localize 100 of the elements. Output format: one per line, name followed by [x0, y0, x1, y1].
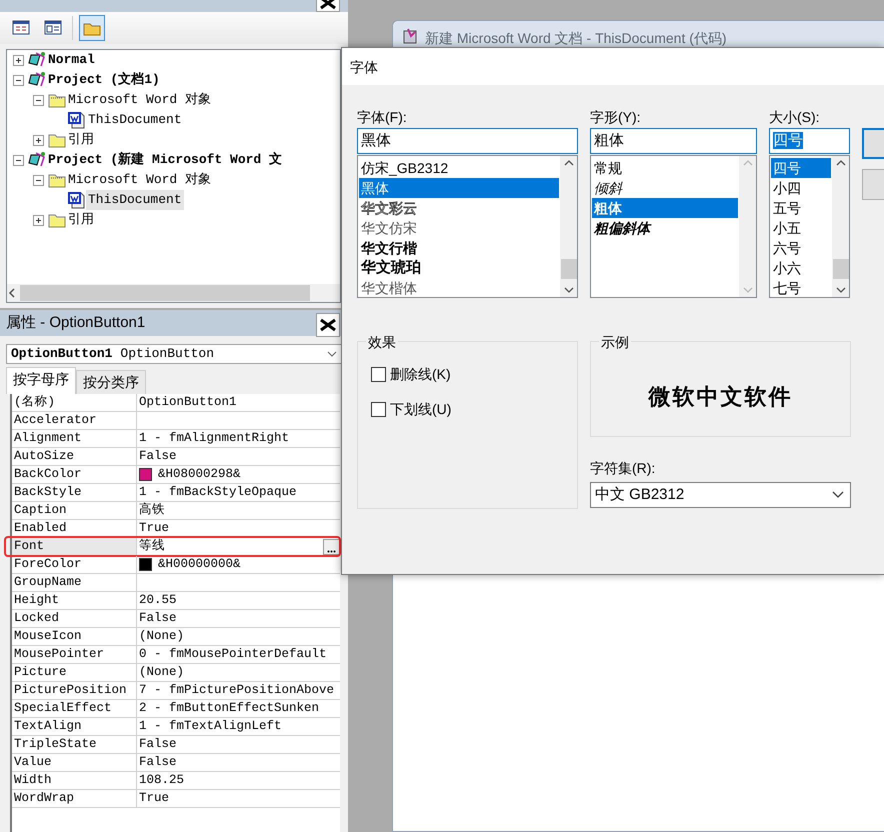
property-value[interactable]: &H08000298& [158, 466, 241, 483]
property-name[interactable]: TextAlign [12, 718, 137, 735]
list-item[interactable]: 粗偏斜体 [592, 218, 738, 238]
property-name[interactable]: Value [12, 754, 137, 771]
expand-icon[interactable] [33, 134, 44, 146]
checkbox[interactable] [371, 402, 386, 417]
property-name[interactable]: Caption [12, 502, 137, 519]
property-name[interactable]: ForeColor [12, 556, 137, 573]
list-item[interactable]: 小六 [771, 258, 831, 278]
property-value[interactable]: 高铁 [139, 502, 165, 519]
property-value[interactable]: 20.55 [139, 592, 177, 609]
list-item[interactable]: 仿宋_GB2312 [359, 158, 559, 178]
property-name[interactable]: Alignment [12, 430, 137, 447]
tree-item[interactable]: 引用 [66, 210, 96, 230]
property-value[interactable]: False [139, 610, 177, 627]
font-style-field[interactable]: 粗体 [590, 128, 757, 154]
property-value[interactable]: 1 - fmBackStyleOpaque [139, 484, 297, 501]
property-name[interactable]: SpecialEffect [12, 700, 137, 717]
property-name[interactable]: MousePointer [12, 646, 137, 663]
property-value[interactable]: False [139, 754, 177, 771]
toolbar-button[interactable] [79, 15, 105, 41]
tree-item[interactable]: Project (文档1) [46, 70, 162, 90]
tree-item[interactable]: Project (新建 Microsoft Word 文 [46, 150, 284, 170]
ellipsis-button[interactable] [323, 539, 340, 555]
tree-item[interactable]: Microsoft Word 对象 [66, 170, 214, 190]
collapse-icon[interactable] [13, 154, 24, 166]
list-item[interactable]: 七号 [771, 278, 831, 297]
close-button[interactable] [316, 313, 340, 337]
object-dropdown[interactable]: OptionButton1 OptionButton [6, 344, 342, 364]
list-item[interactable]: 黑体 [359, 178, 559, 198]
collapse-icon[interactable] [13, 74, 24, 86]
scroll-down-icon[interactable] [564, 287, 574, 293]
font-name-field[interactable]: 黑体 [357, 128, 578, 154]
expand-icon[interactable] [13, 54, 24, 66]
scroll-up-icon[interactable] [564, 160, 574, 166]
property-name[interactable]: TripleState [12, 736, 137, 753]
property-name[interactable]: Picture [12, 664, 137, 681]
tree-item[interactable]: 引用 [66, 130, 96, 150]
vertical-scrollbar[interactable] [832, 156, 849, 297]
list-item[interactable]: 华文楷体 [359, 278, 559, 297]
tree-item[interactable]: Microsoft Word 对象 [66, 90, 214, 110]
property-name[interactable]: AutoSize [12, 448, 137, 465]
expand-icon[interactable] [33, 214, 44, 226]
tab[interactable]: 按字母序 [6, 367, 76, 394]
dialog-button[interactable] [862, 128, 884, 159]
property-name[interactable]: BackStyle [12, 484, 137, 501]
list-item[interactable]: 小四 [771, 178, 831, 198]
property-value[interactable]: 1 - fmAlignmentRight [139, 430, 290, 447]
property-name[interactable]: PicturePosition [12, 682, 137, 699]
font-size-field[interactable]: 四号 [769, 128, 850, 154]
vertical-scrollbar[interactable] [560, 156, 577, 297]
list-item[interactable]: 六号 [771, 238, 831, 258]
property-value[interactable]: 7 - fmPicturePositionAbove [139, 682, 334, 699]
property-value[interactable]: (None) [139, 664, 184, 681]
property-name[interactable]: WordWrap [12, 790, 137, 807]
collapse-icon[interactable] [33, 94, 44, 106]
list-item[interactable]: 五号 [771, 198, 831, 218]
property-value[interactable]: (None) [139, 628, 184, 645]
property-name[interactable]: Width [12, 772, 137, 789]
scroll-thumb[interactable] [832, 259, 848, 279]
scroll-left-icon[interactable] [7, 288, 17, 298]
tree-item[interactable]: ThisDocument [86, 110, 184, 130]
list-item[interactable]: 粗体 [592, 198, 738, 218]
scroll-thumb[interactable] [560, 259, 576, 279]
property-name[interactable]: GroupName [12, 574, 137, 591]
list-item[interactable]: 倾斜 [592, 178, 738, 198]
scroll-thumb[interactable] [20, 285, 310, 301]
list-item[interactable]: 四号 [771, 158, 831, 178]
scroll-down-icon[interactable] [836, 287, 846, 293]
property-name[interactable]: Locked [12, 610, 137, 627]
property-value[interactable]: 0 - fmMousePointerDefault [139, 646, 327, 663]
property-value[interactable]: 1 - fmTextAlignLeft [139, 718, 282, 735]
property-value[interactable]: True [139, 520, 170, 537]
property-name[interactable]: BackColor [12, 466, 137, 483]
list-item[interactable]: 常规 [592, 158, 738, 178]
checkbox-label[interactable]: 下划线(U) [390, 399, 452, 420]
list-item[interactable]: 华文琥珀 [359, 258, 559, 278]
checkbox[interactable] [371, 367, 386, 382]
property-name[interactable]: Height [12, 592, 137, 609]
property-value[interactable]: 108.25 [139, 772, 184, 789]
list-item[interactable]: 小五 [771, 218, 831, 238]
property-value[interactable]: 2 - fmButtonEffectSunken [139, 700, 320, 717]
list-item[interactable]: 华文彩云 [359, 198, 559, 218]
property-value[interactable]: 等线 [139, 538, 165, 555]
collapse-icon[interactable] [33, 174, 44, 186]
charset-dropdown[interactable]: 中文 GB2312 [590, 482, 851, 508]
checkbox-label[interactable]: 删除线(K) [390, 364, 451, 385]
tree-item[interactable]: ThisDocument [86, 190, 184, 210]
property-value[interactable]: False [139, 736, 177, 753]
property-name[interactable]: Enabled [12, 520, 137, 537]
property-name[interactable]: Font [12, 538, 137, 555]
property-value[interactable]: OptionButton1 [139, 394, 237, 411]
list-item[interactable]: 华文仿宋 [359, 218, 559, 238]
scroll-up-icon[interactable] [836, 160, 846, 166]
horizontal-scrollbar[interactable] [7, 284, 340, 302]
property-value[interactable]: &H00000000& [158, 556, 241, 573]
property-name[interactable]: MouseIcon [12, 628, 137, 645]
tab[interactable]: 按分类序 [76, 370, 146, 394]
tree-item[interactable]: Normal [46, 50, 97, 70]
property-name[interactable]: (名称) [12, 394, 137, 411]
